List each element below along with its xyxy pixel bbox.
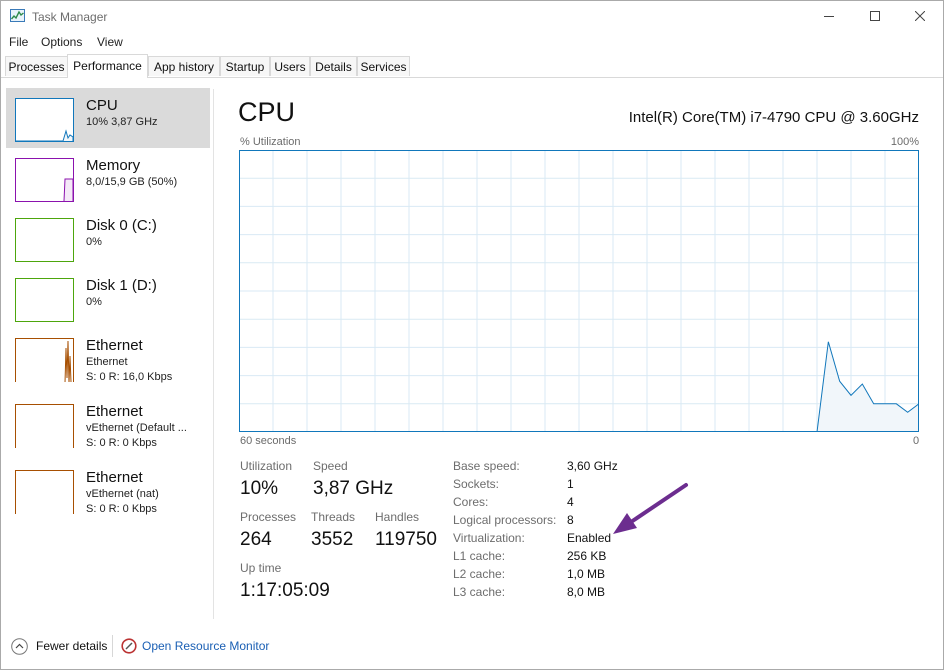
logical-processors-label: Logical processors:: [453, 513, 557, 527]
l2-cache-value: 1,0 MB: [567, 567, 606, 581]
annotation-arrow-icon: [613, 483, 688, 534]
tab-details[interactable]: Details: [310, 56, 357, 76]
sidebar-memory-name: Memory: [86, 157, 141, 174]
graph-x-label-left: 60 seconds: [240, 435, 297, 447]
sidebar-item-ethernet-1[interactable]: Ethernet Ethernet S: 0 R: 16,0 Kbps: [6, 328, 210, 392]
cores-label: Cores:: [453, 495, 489, 509]
l3-cache-label: L3 cache:: [453, 585, 506, 599]
utilization-label: Utilization: [240, 459, 293, 473]
handles-label: Handles: [375, 510, 420, 524]
sidebar-item-cpu[interactable]: CPU 10% 3,87 GHz: [6, 88, 210, 148]
sidebar-disk0-name: Disk 0 (C:): [86, 217, 157, 234]
fewer-details-chevron-up-icon[interactable]: [11, 638, 28, 655]
minimize-icon: [824, 16, 834, 17]
close-button[interactable]: [897, 1, 943, 32]
window-title: Task Manager: [32, 10, 108, 24]
menu-options[interactable]: Options: [41, 35, 82, 49]
sidebar-memory-sub: 8,0/15,9 GB (50%): [86, 176, 178, 188]
sidebar-ethernet3-adapter: vEthernet (nat): [86, 488, 159, 500]
speed-label: Speed: [313, 459, 348, 473]
menu-bar: File Options View: [1, 32, 943, 52]
footer-bar: Fewer details Open Resource Monitor: [1, 629, 943, 669]
open-resource-monitor-link[interactable]: Open Resource Monitor: [142, 639, 269, 653]
l3-cache-value: 8,0 MB: [567, 585, 606, 599]
task-manager-window: Task Manager File Options View Processes…: [0, 0, 944, 670]
logical-processors-value: 8: [567, 513, 574, 527]
cores-value: 4: [567, 495, 574, 509]
cpu-mini-graph: [15, 98, 74, 142]
sidebar-item-disk0[interactable]: Disk 0 (C:) 0%: [6, 208, 210, 268]
cpu-model-name: Intel(R) Core(TM) i7-4790 CPU @ 3.60GHz: [628, 109, 919, 126]
maximize-icon: [870, 11, 880, 21]
page-title: CPU: [238, 97, 296, 127]
sidebar-ethernet3-throughput: S: 0 R: 0 Kbps: [86, 503, 157, 515]
sidebar-item-disk1[interactable]: Disk 1 (D:) 0%: [6, 268, 210, 328]
sidebar-disk1-name: Disk 1 (D:): [86, 277, 157, 294]
uptime-label: Up time: [240, 561, 282, 575]
sidebar-disk1-sub: 0%: [86, 296, 102, 308]
sidebar-ethernet1-adapter: Ethernet: [86, 356, 128, 368]
base-speed-value: 3,60 GHz: [567, 459, 618, 473]
menu-view[interactable]: View: [97, 35, 123, 49]
graph-y-max-label: 100%: [890, 136, 919, 148]
graph-x-label-right: 0: [913, 435, 920, 447]
graph-y-label: % Utilization: [240, 136, 301, 148]
sidebar-divider: [213, 89, 214, 619]
speed-value: 3,87 GHz: [313, 478, 394, 499]
memory-mini-graph: [15, 158, 74, 202]
title-bar[interactable]: Task Manager: [1, 1, 943, 32]
tab-services[interactable]: Services: [357, 56, 410, 76]
l1-cache-value: 256 KB: [567, 549, 607, 563]
uptime-value: 1:17:05:09: [240, 580, 330, 601]
sidebar-ethernet2-name: Ethernet: [86, 403, 143, 420]
l1-cache-label: L1 cache:: [453, 549, 506, 563]
task-manager-app-icon: [10, 9, 25, 22]
sidebar-disk0-sub: 0%: [86, 236, 102, 248]
fewer-details-button[interactable]: Fewer details: [36, 639, 107, 653]
maximize-button[interactable]: [852, 1, 898, 32]
sidebar-cpu-sub: 10% 3,87 GHz: [86, 116, 158, 128]
threads-label: Threads: [311, 510, 356, 524]
sidebar-ethernet2-throughput: S: 0 R: 0 Kbps: [86, 437, 157, 449]
disk1-mini-graph: [15, 278, 74, 322]
threads-value: 3552: [311, 529, 354, 550]
ethernet1-mini-graph: [15, 338, 74, 382]
cpu-utilization-graph: [239, 150, 919, 432]
sidebar-ethernet3-name: Ethernet: [86, 469, 143, 486]
ethernet2-mini-graph: [15, 404, 74, 448]
close-icon: [915, 11, 925, 21]
disk0-mini-graph: [15, 218, 74, 262]
tab-performance[interactable]: Performance: [67, 54, 148, 78]
footer-separator: [112, 635, 113, 657]
base-speed-label: Base speed:: [453, 459, 520, 473]
tab-processes[interactable]: Processes: [5, 56, 68, 76]
menu-file[interactable]: File: [9, 35, 28, 49]
sidebar-ethernet1-name: Ethernet: [86, 337, 143, 354]
l2-cache-label: L2 cache:: [453, 567, 506, 581]
sidebar-item-memory[interactable]: Memory 8,0/15,9 GB (50%): [6, 148, 210, 208]
utilization-value: 10%: [240, 478, 279, 499]
sidebar-item-ethernet-2[interactable]: Ethernet vEthernet (Default ... S: 0 R: …: [6, 394, 210, 458]
processes-value: 264: [240, 529, 272, 550]
sidebar-cpu-name: CPU: [86, 97, 118, 114]
tab-app-history[interactable]: App history: [148, 56, 220, 76]
tab-users[interactable]: Users: [270, 56, 310, 76]
handles-value: 119750: [375, 529, 437, 550]
sockets-value: 1: [567, 477, 574, 491]
virtualization-label: Virtualization:: [453, 531, 525, 545]
sockets-label: Sockets:: [453, 477, 500, 491]
sidebar-ethernet2-adapter: vEthernet (Default ...: [86, 422, 187, 434]
minimize-button[interactable]: [806, 1, 852, 32]
sidebar-item-ethernet-3[interactable]: Ethernet vEthernet (nat) S: 0 R: 0 Kbps: [6, 460, 210, 524]
sidebar-ethernet1-throughput: S: 0 R: 16,0 Kbps: [86, 371, 173, 383]
processes-label: Processes: [240, 510, 297, 524]
tab-startup[interactable]: Startup: [220, 56, 270, 76]
resource-monitor-icon: [121, 638, 137, 654]
ethernet3-mini-graph: [15, 470, 74, 514]
